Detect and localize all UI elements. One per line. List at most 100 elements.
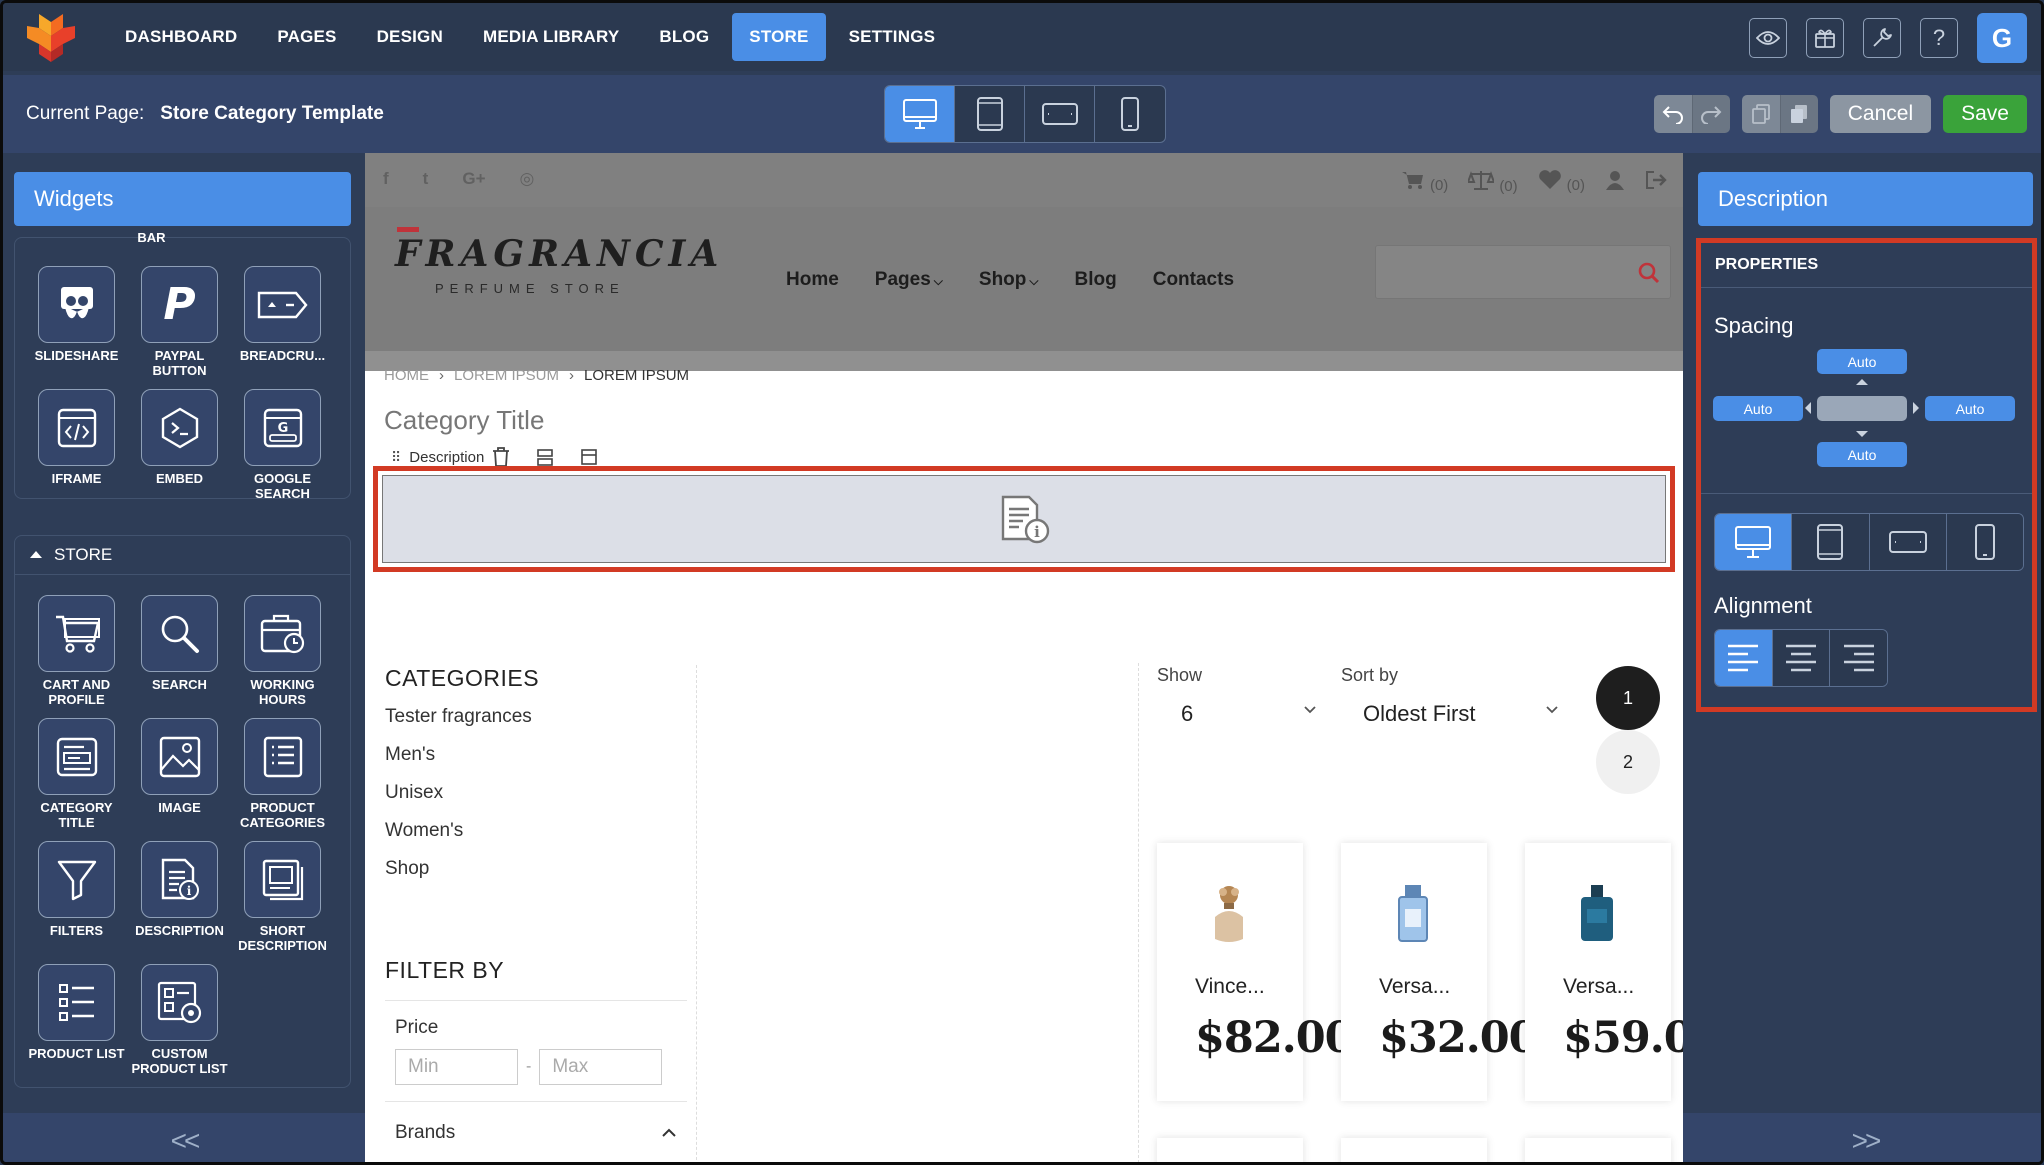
copy-button[interactable] [1741,95,1780,133]
user-avatar[interactable]: G [1977,13,2027,63]
category-link[interactable]: Women's [385,820,539,858]
brands-toggle[interactable]: Brands [395,1122,677,1144]
pagination-page-1[interactable]: 1 [1596,666,1660,730]
widget-embed[interactable]: EMBED [128,389,231,512]
store-nav-blog[interactable]: Blog [1075,269,1117,291]
product-card[interactable] [1157,1138,1303,1162]
store-nav-home[interactable]: Home [786,269,839,291]
store-section-toggle[interactable]: STORE [14,535,351,575]
widget-short-description[interactable]: SHORT DESCRIPTION [231,841,334,964]
product-card[interactable] [1341,1138,1487,1162]
logout-link[interactable] [1645,170,1667,194]
breadcrumb-item[interactable]: LOREM IPSUM [454,367,559,384]
pagination-page-2[interactable]: 2 [1596,730,1660,794]
widget-working-hours[interactable]: WORKING HOURS [231,595,334,718]
device-mobile-button[interactable] [1095,86,1165,142]
align-left-button[interactable] [1715,630,1773,686]
store-nav-pages[interactable]: Pages ⌵ [875,269,943,291]
facebook-icon[interactable]: f [383,169,389,189]
product-card[interactable]: Vince... $82.00 [1157,843,1355,1101]
widget-breadcrumbs[interactable]: BREADCRU... [231,266,334,389]
nav-settings[interactable]: SETTINGS [832,13,953,61]
category-link[interactable]: Unisex [385,782,539,820]
twitter-icon[interactable]: t [423,169,429,189]
nav-media-library[interactable]: MEDIA LIBRARY [466,13,636,61]
cancel-button[interactable]: Cancel [1829,95,1932,133]
column-layout-icon[interactable] [580,448,598,466]
store-nav-shop[interactable]: Shop ⌵ [979,269,1039,291]
spacing-bottom-button[interactable]: Auto [1817,442,1907,467]
store-settings-button[interactable] [1806,18,1844,58]
filter-icon [38,841,115,918]
chevron-down-icon[interactable] [1545,705,1559,714]
undo-button[interactable] [1653,95,1692,133]
preview-button[interactable] [1749,18,1787,58]
drag-handle-icon[interactable]: ⠿ [391,449,401,466]
spacing-top-button[interactable]: Auto [1817,349,1907,374]
product-card[interactable] [1525,1138,1671,1162]
paste-button[interactable] [1779,95,1818,133]
widget-slideshare[interactable]: SLIDESHARE [25,266,128,389]
breadcrumb-home[interactable]: HOME [384,367,429,384]
compare-link[interactable]: (0) [1466,169,1518,195]
widget-cart-and-profile[interactable]: CART AND PROFILE [25,595,128,718]
price-max-input[interactable]: Max [539,1049,663,1085]
device-desktop-button[interactable] [885,86,955,142]
sort-select[interactable]: Oldest First [1363,701,1475,727]
category-link[interactable]: Tester fragrances [385,706,539,744]
widget-google-search[interactable]: G GOOGLE SEARCH [231,389,334,512]
collapse-left-panel-button[interactable]: << [3,1113,365,1162]
nav-pages[interactable]: PAGES [260,13,353,61]
widget-category-title[interactable]: CATEGORY TITLE [25,718,128,841]
store-nav-contacts[interactable]: Contacts [1153,269,1234,291]
properties-device-tablet-landscape[interactable] [1869,514,1947,570]
widget-image[interactable]: IMAGE [128,718,231,841]
google-plus-icon[interactable]: G+ [462,169,485,189]
instagram-icon[interactable]: ◎ [520,169,535,189]
widget-product-list[interactable]: PRODUCT LIST [25,964,128,1087]
save-button[interactable]: Save [1943,95,2027,133]
category-link[interactable]: Men's [385,744,539,782]
widget-custom-product-list[interactable]: CUSTOM PRODUCT LIST [128,964,231,1087]
store-logo[interactable]: FRAGRANCIA PERFUME STORE [395,227,723,296]
redo-button[interactable] [1691,95,1730,133]
product-card[interactable]: Versa... $32.00 [1341,843,1539,1101]
category-title[interactable]: Category Title [384,405,544,436]
tools-button[interactable] [1863,18,1901,58]
widget-paypal-button[interactable]: P PAYPAL BUTTON [128,266,231,389]
wishlist-link[interactable]: (0) [1538,170,1585,194]
spacing-right-button[interactable]: Auto [1925,396,2015,421]
align-right-button[interactable] [1830,630,1887,686]
widget-label: PRODUCT CATEGORIES [240,800,325,830]
nav-store[interactable]: STORE [732,13,826,61]
properties-device-desktop[interactable] [1715,514,1793,570]
price-min-input[interactable]: Min [395,1049,518,1085]
collapse-right-panel-button[interactable]: >> [1683,1113,2041,1162]
properties-device-tablet[interactable] [1792,514,1870,570]
category-link[interactable]: Shop [385,858,539,896]
chevron-down-icon[interactable] [1303,705,1317,714]
store-search-input[interactable] [1375,245,1671,299]
widget-filters[interactable]: FILTERS [25,841,128,964]
nav-blog[interactable]: BLOG [642,13,726,61]
device-tablet-landscape-button[interactable] [1025,86,1095,142]
device-tablet-button[interactable] [955,86,1025,142]
account-link[interactable] [1605,170,1625,194]
widget-product-categories[interactable]: PRODUCT CATEGORIES [231,718,334,841]
app-logo-icon[interactable] [25,12,77,64]
product-card[interactable]: Versa... $59.00 [1525,843,1683,1101]
nav-dashboard[interactable]: DASHBOARD [108,13,254,61]
widget-search[interactable]: SEARCH [128,595,231,718]
properties-device-mobile[interactable] [1946,514,2023,570]
widget-description[interactable]: i DESCRIPTION [128,841,231,964]
widget-iframe[interactable]: IFRAME [25,389,128,512]
help-button[interactable]: ? [1920,18,1958,58]
show-select[interactable]: 6 [1181,701,1193,727]
nav-design[interactable]: DESIGN [360,13,460,61]
align-center-button[interactable] [1772,630,1831,686]
spacing-left-button[interactable]: Auto [1713,396,1803,421]
row-layout-icon[interactable] [536,448,554,466]
trash-icon[interactable] [492,447,510,467]
cart-link[interactable]: (0) [1401,170,1448,194]
description-widget-selected[interactable]: i [373,466,1675,572]
